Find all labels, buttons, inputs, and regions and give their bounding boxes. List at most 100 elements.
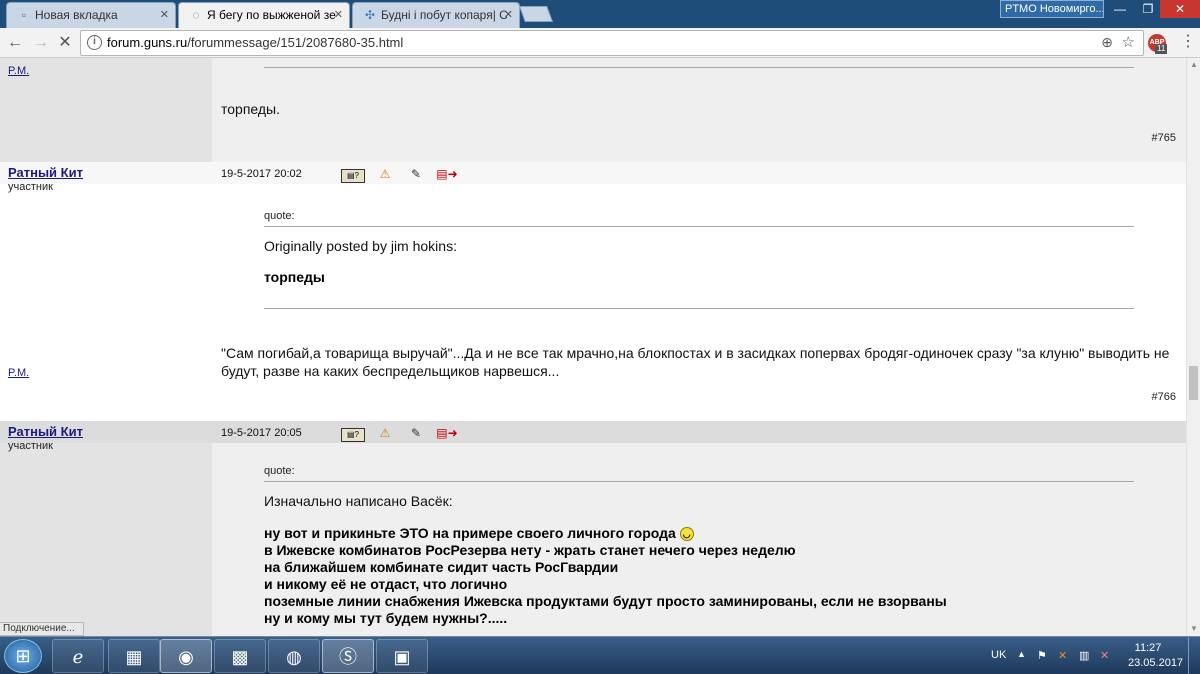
back-arrow-icon[interactable]: ← xyxy=(4,32,26,54)
post-author-link[interactable]: Ратный Кит xyxy=(8,424,83,439)
forward-arrow-icon[interactable]: → xyxy=(30,32,52,54)
close-icon[interactable]: ✕ xyxy=(504,3,513,27)
tab-label: Новая вкладка xyxy=(35,8,118,22)
menu-icon[interactable]: ⋮ xyxy=(1180,34,1196,50)
taskbar: ⊞ ℯ ▦ ◉ ▩ ◍ Ⓢ ▣ UK ▲ ⚑ ✕ ▥ ✕ 11:27 23.05… xyxy=(0,636,1200,674)
quote-label: quote: xyxy=(264,465,295,477)
edit-icon[interactable]: ✎ xyxy=(405,426,427,440)
close-icon[interactable]: ✕ xyxy=(334,3,343,27)
minimize-icon[interactable]: — xyxy=(1106,0,1134,18)
tray-expand-icon[interactable]: ▲ xyxy=(1017,649,1026,659)
post-date: 19-5-2017 20:05 xyxy=(221,427,302,439)
quote-line: ну и кому мы тут будем нужны?..... xyxy=(264,610,508,626)
tab-active[interactable]: ◌ Я бегу по выжженой зе ✕ xyxy=(178,2,350,28)
volume-muted-icon[interactable]: ✕ xyxy=(1100,649,1109,662)
quote-line: ну вот и прикиньте ЭТО на примере своего… xyxy=(264,525,676,541)
quote-label: quote: xyxy=(264,210,295,222)
ie-icon[interactable]: ℯ xyxy=(52,639,104,673)
clock-time: 11:27 xyxy=(1134,642,1162,654)
quote-author: Изначально написано Васёк: xyxy=(264,493,453,509)
tab-new-tab[interactable]: ▫ Новая вкладка ✕ xyxy=(6,2,176,28)
window-title: PTMO Новомирго... xyxy=(1000,0,1104,18)
puzzle-icon: ✣ xyxy=(364,8,376,22)
post-author-link[interactable]: Ратный Кит xyxy=(8,165,83,180)
status-bubble: Подключение... xyxy=(0,622,84,636)
page-scrollbar[interactable]: ▲ ▼ xyxy=(1186,58,1200,636)
zoom-icon[interactable]: ⊕ xyxy=(1101,34,1113,51)
warning-icon[interactable]: ⚠ xyxy=(374,426,396,440)
info-icon[interactable]: i xyxy=(87,35,102,50)
skype-icon[interactable]: Ⓢ xyxy=(322,639,374,673)
quote-line: и никому её не отдаст, что логично xyxy=(264,576,508,592)
forum-post-767: Ратный Кит участник 19-5-2017 20:05 ▤? ⚠ ✎… xyxy=(0,421,1186,636)
url-path: /forummessage/151/2087680-35.html xyxy=(187,35,404,50)
quote-divider xyxy=(264,308,1134,309)
quote-text: торпеды xyxy=(264,269,325,285)
new-tab-button[interactable] xyxy=(519,6,553,22)
show-desktop-button[interactable] xyxy=(1188,637,1200,674)
profile-icon[interactable]: ▤? xyxy=(341,169,365,183)
tab-label: Я бегу по выжженой зе xyxy=(207,8,336,22)
forum-post-765: P.M. торпеды. #765 xyxy=(0,58,1186,162)
address-bar[interactable]: i forum.guns.ru/forummessage/151/2087680… xyxy=(80,30,1144,56)
quote-line: в Ижевске комбинатов РосРезерва нету - ж… xyxy=(264,542,796,558)
quote-line: на ближайшем комбинате сидит часть РосГв… xyxy=(264,559,619,575)
url-host: forum.guns.ru xyxy=(107,35,188,50)
smiley-icon: ◡ xyxy=(679,527,694,542)
post-author-column xyxy=(0,58,212,162)
reply-icon[interactable]: ▤➜ xyxy=(436,426,458,440)
close-icon[interactable]: ✕ xyxy=(160,3,169,27)
chrome-icon[interactable]: ◉ xyxy=(160,639,212,673)
globe-icon[interactable]: ◍ xyxy=(268,639,320,673)
tab-strip: ▫ Новая вкладка ✕ ◌ Я бегу по выжженой зе … xyxy=(0,0,1200,28)
warning-icon[interactable]: ⚠ xyxy=(374,167,396,181)
clock[interactable]: 11:27 23.05.2017 xyxy=(1128,641,1184,671)
quote-divider xyxy=(264,481,1134,482)
post-author-role: участник xyxy=(8,181,53,193)
post-number[interactable]: #765 xyxy=(1152,132,1176,144)
post-header xyxy=(0,162,1186,184)
profile-icon[interactable]: ▤? xyxy=(341,428,365,442)
quote-text: ну вот и прикиньте ЭТО на примере своего… xyxy=(264,525,947,627)
bookmark-star-icon[interactable]: ☆ xyxy=(1122,33,1135,51)
stop-icon[interactable]: ✕ xyxy=(54,32,76,54)
language-indicator[interactable]: UK xyxy=(991,649,1006,661)
post-author-column xyxy=(0,162,212,421)
post-header xyxy=(0,421,1186,443)
network-icon[interactable]: ▥ xyxy=(1079,649,1089,662)
quote-line: поземные линии снабжения Ижевска продукт… xyxy=(264,593,947,609)
tab-third[interactable]: ✣ Будні і побут копаря| С ✕ xyxy=(352,2,520,28)
scroll-down-icon[interactable]: ▼ xyxy=(1187,622,1200,636)
browser-toolbar: ← → ✕ i forum.guns.ru/forummessage/151/2… xyxy=(0,28,1200,58)
toolbox-icon[interactable]: ▣ xyxy=(376,639,428,673)
app-tray-icon[interactable]: ✕ xyxy=(1058,649,1067,662)
window-close-button[interactable]: ✕ xyxy=(1160,0,1200,18)
maximize-icon[interactable]: ❐ xyxy=(1134,0,1162,18)
post-body-column xyxy=(212,162,1186,421)
start-button[interactable]: ⊞ xyxy=(4,639,42,673)
loading-spinner-icon: ◌ xyxy=(192,8,200,22)
post-author-role: участник xyxy=(8,440,53,452)
scrollbar-thumb[interactable] xyxy=(1189,366,1198,400)
scroll-up-icon[interactable]: ▲ xyxy=(1187,58,1200,72)
forum-post-766: Ратный Кит участник 19-5-2017 20:02 ▤? ⚠ ✎… xyxy=(0,162,1186,421)
quote-author: Originally posted by jim hokins: xyxy=(264,238,457,254)
calculator-icon[interactable]: ▩ xyxy=(214,639,266,673)
explorer-icon[interactable]: ▦ xyxy=(108,639,160,673)
quote-divider xyxy=(264,226,1134,227)
reply-icon[interactable]: ▤➜ xyxy=(436,167,458,181)
tab-label: Будні і побут копаря| С xyxy=(381,8,508,22)
post-body: торпеды. xyxy=(221,101,281,117)
private-message-link[interactable]: P.M. xyxy=(8,65,29,77)
quote-divider xyxy=(264,67,1134,68)
post-body: "Сам погибай,а товарища выручай"...Да и … xyxy=(221,345,1170,379)
forum-page: P.M. торпеды. #765 Ратный Кит участник 1… xyxy=(0,58,1186,636)
private-message-link[interactable]: P.M. xyxy=(8,367,29,379)
post-action-icons: ▤? ⚠ ✎ ▤➜ xyxy=(341,425,467,442)
edit-icon[interactable]: ✎ xyxy=(405,167,427,181)
post-number[interactable]: #766 xyxy=(1152,391,1176,403)
page-icon: ▫ xyxy=(21,8,27,22)
clock-date: 23.05.2017 xyxy=(1128,657,1184,669)
flag-icon[interactable]: ⚑ xyxy=(1037,649,1047,662)
adblock-badge: 11 xyxy=(1155,44,1168,54)
